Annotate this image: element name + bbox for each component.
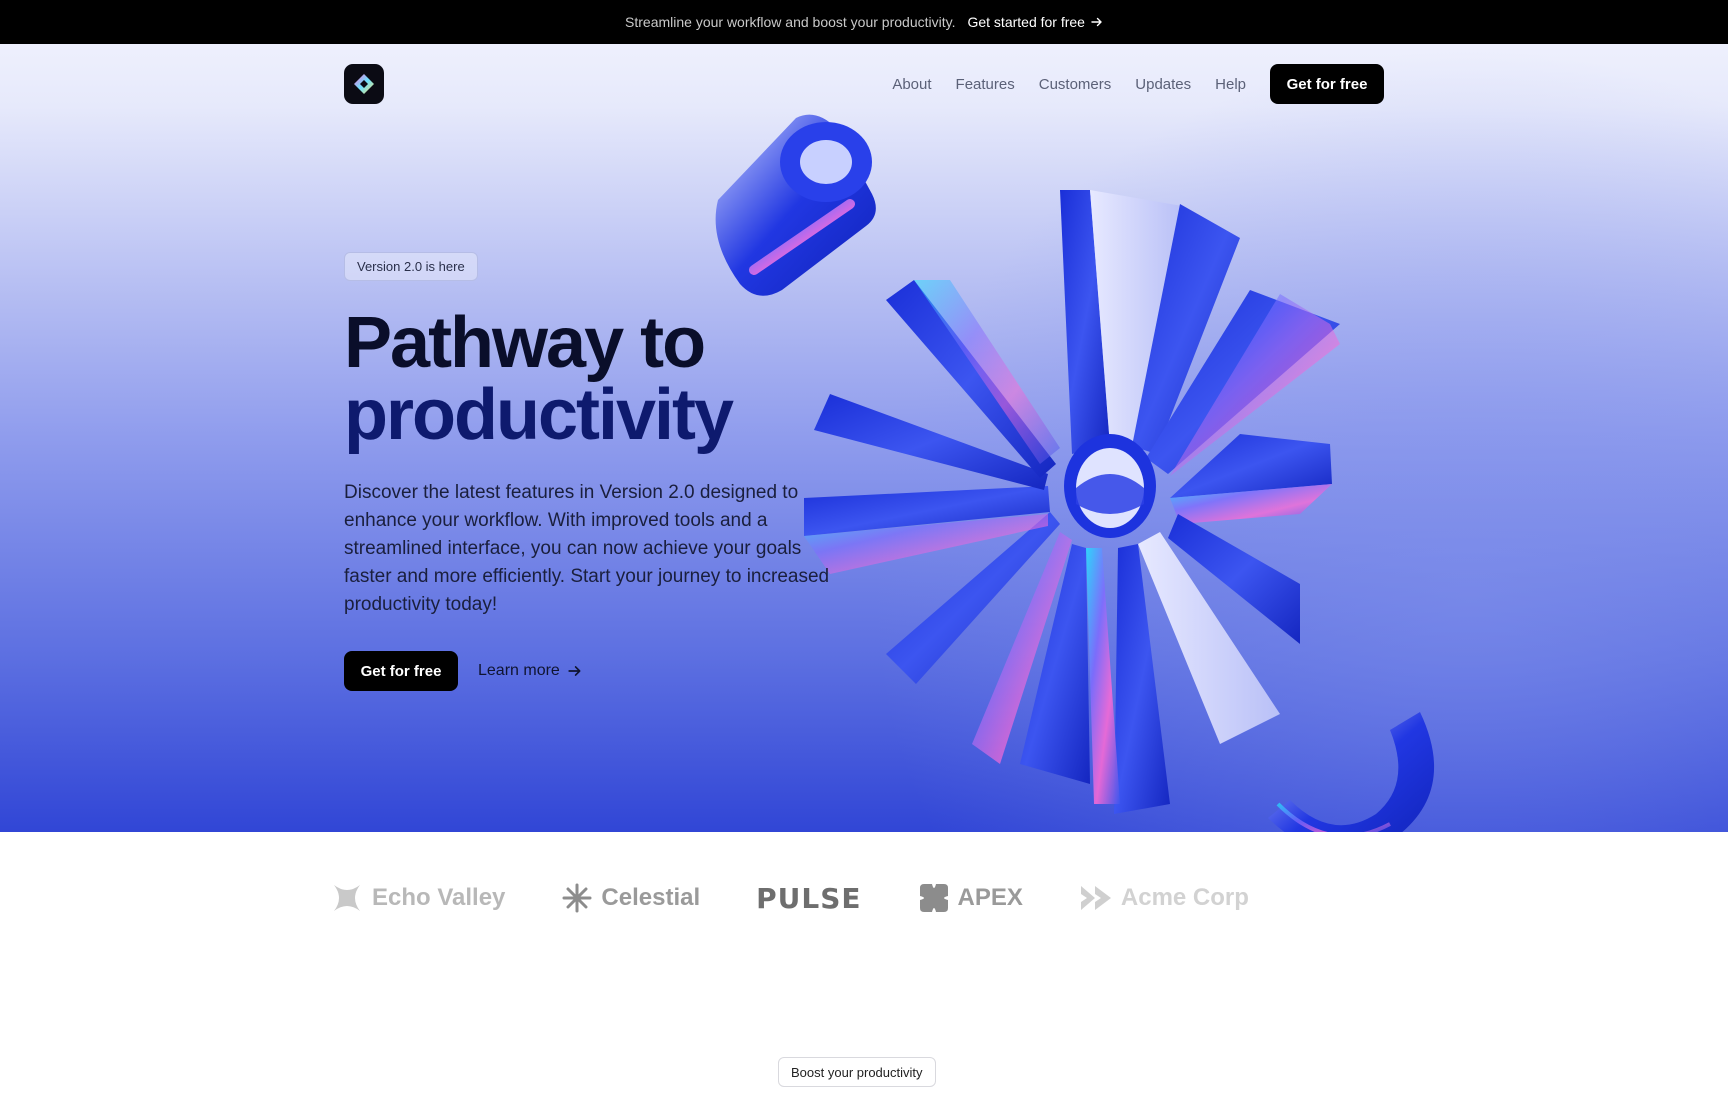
logo-acme-corp-label: Acme Corp — [1120, 884, 1249, 911]
nav-link-help[interactable]: Help — [1215, 76, 1246, 93]
announcement-link-label: Get started for free — [967, 14, 1085, 30]
section-badge: Boost your productivity — [778, 1057, 936, 1087]
logo-echo-valley: Echo Valley — [330, 881, 505, 915]
learn-more-label: Learn more — [478, 662, 560, 679]
logo-apex: APEX — [918, 882, 1023, 914]
apex-cross-icon — [919, 884, 948, 912]
logo-echo-valley-label: Echo Valley — [372, 884, 506, 911]
nav-links: About Features Customers Updates Help Ge… — [892, 64, 1384, 104]
learn-more-link[interactable]: Learn more — [478, 662, 582, 680]
version-badge: Version 2.0 is here — [344, 252, 478, 281]
starburst-shape — [804, 190, 1340, 814]
customer-logos: Echo Valley Celestial PULSE APEX Acme Co… — [330, 870, 1400, 926]
nav-link-about[interactable]: About — [892, 76, 931, 93]
x-shape-icon — [334, 885, 360, 911]
logo-apex-label: APEX — [957, 884, 1023, 911]
chevrons-icon — [1080, 886, 1111, 910]
logo-celestial-label: Celestial — [601, 884, 701, 911]
hero-illustration — [715, 114, 1435, 832]
announcement-text: Streamline your workflow and boost your … — [625, 14, 956, 30]
hero-title: Pathway to productivity — [344, 307, 844, 451]
hero-title-line2: productivity — [344, 375, 734, 455]
hook-shape — [1268, 712, 1435, 832]
asterisk-icon — [562, 883, 592, 913]
hero-copy: Version 2.0 is here Pathway to productiv… — [344, 252, 844, 691]
main-nav: About Features Customers Updates Help Ge… — [344, 64, 1384, 104]
nav-get-for-free-button[interactable]: Get for free — [1270, 64, 1384, 104]
announcement-link[interactable]: Get started for free — [967, 14, 1103, 30]
arrow-right-icon — [1091, 17, 1102, 27]
hero-ctas: Get for free Learn more — [344, 651, 844, 691]
hero-section: About Features Customers Updates Help Ge… — [0, 44, 1728, 832]
diamond-logo-icon — [354, 74, 374, 94]
nav-link-customers[interactable]: Customers — [1039, 76, 1112, 93]
hero-get-for-free-button[interactable]: Get for free — [344, 651, 458, 691]
nav-link-features[interactable]: Features — [956, 76, 1015, 93]
hero-description: Discover the latest features in Version … — [344, 482, 830, 615]
logo-celestial: Celestial — [561, 882, 700, 914]
announcement-bar: Streamline your workflow and boost your … — [0, 0, 1728, 44]
hero-title-line1: Pathway to — [344, 303, 706, 383]
logo-pulse-label: PULSE — [756, 881, 862, 915]
brand-logo[interactable] — [344, 64, 384, 104]
nav-link-updates[interactable]: Updates — [1135, 76, 1191, 93]
arrow-right-icon — [568, 666, 581, 676]
logo-acme-corp: Acme Corp — [1079, 882, 1249, 914]
logo-pulse: PULSE — [756, 882, 861, 915]
